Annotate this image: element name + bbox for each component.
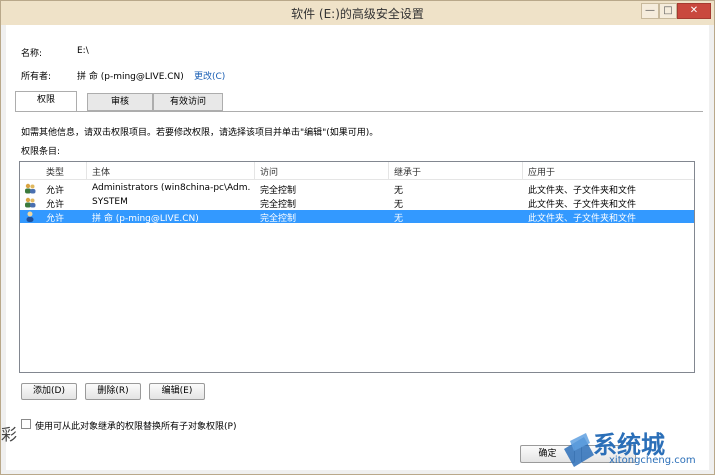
row-inherited-from: 无 xyxy=(394,200,404,210)
column-access[interactable]: 访问 xyxy=(260,165,278,178)
group-icon xyxy=(25,197,36,208)
watermark-url: xitongcheng.com xyxy=(609,455,696,466)
row-applies-to: 此文件夹、子文件夹和文件 xyxy=(528,186,637,196)
row-type: 允许 xyxy=(46,200,65,210)
row-principal: SYSTEM xyxy=(92,197,128,207)
replace-child-permissions-checkbox[interactable] xyxy=(21,419,31,429)
table-header: 类型 主体 访问 继承于 应用于 xyxy=(20,162,694,180)
row-inherited-from: 无 xyxy=(394,186,404,196)
row-principal: Administrators (win8china-pc\Adm... xyxy=(92,183,250,193)
column-divider[interactable] xyxy=(388,162,389,180)
row-type: 允许 xyxy=(46,214,65,224)
column-principal[interactable]: 主体 xyxy=(92,165,110,178)
row-applies-to: 此文件夹、子文件夹和文件 xyxy=(528,214,637,224)
user-icon xyxy=(26,211,34,222)
owner-value: 拼 命 (p-ming@LIVE.CN) xyxy=(77,72,184,82)
replace-child-permissions-label: 使用可从此对象继承的权限替换所有子对象权限(P) xyxy=(35,422,237,432)
tab-permissions[interactable]: 权限 xyxy=(15,91,77,112)
column-applies-to[interactable]: 应用于 xyxy=(528,165,555,178)
security-settings-window: 软件 (E:)的高级安全设置 — □ ✕ 名称: E:\ 所有者: 拼 命 (p… xyxy=(0,0,715,475)
row-principal: 拼 命 (p-ming@LIVE.CN) xyxy=(92,214,199,224)
row-applies-to: 此文件夹、子文件夹和文件 xyxy=(528,200,637,210)
owner-label: 所有者: xyxy=(21,72,52,82)
tab-panel-border xyxy=(15,111,703,112)
edit-button[interactable]: 编辑(E) xyxy=(149,383,205,400)
maximize-button[interactable]: □ xyxy=(659,3,677,19)
table-row[interactable]: 允许 Administrators (win8china-pc\Adm... 完… xyxy=(20,182,694,196)
name-label: 名称: xyxy=(21,49,43,59)
row-inherited-from: 无 xyxy=(394,214,404,224)
row-access: 完全控制 xyxy=(260,200,297,210)
tab-effective-access[interactable]: 有效访问 xyxy=(153,93,223,111)
column-type[interactable]: 类型 xyxy=(46,165,64,178)
permission-entries-list[interactable]: 类型 主体 访问 继承于 应用于 允许 Administrators (win8… xyxy=(19,161,695,373)
change-owner-link[interactable]: 更改(C) xyxy=(194,69,225,82)
permission-entries-label: 权限条目: xyxy=(21,147,61,157)
remove-button[interactable]: 删除(R) xyxy=(85,383,141,400)
column-inherited-from[interactable]: 继承于 xyxy=(394,165,421,178)
name-value: E:\ xyxy=(77,46,89,56)
info-text: 如需其他信息，请双击权限项目。若要修改权限，请选择该项目并单击"编辑"(如果可用… xyxy=(21,128,379,138)
close-button[interactable]: ✕ xyxy=(677,3,711,19)
column-divider[interactable] xyxy=(254,162,255,180)
row-access: 完全控制 xyxy=(260,186,297,196)
column-divider[interactable] xyxy=(86,162,87,180)
title-bar[interactable]: 软件 (E:)的高级安全设置 — □ ✕ xyxy=(1,1,714,25)
tab-auditing[interactable]: 审核 xyxy=(87,93,153,111)
window-title: 软件 (E:)的高级安全设置 xyxy=(291,7,424,21)
row-access: 完全控制 xyxy=(260,214,297,224)
decorative-mark: 彩 xyxy=(1,425,18,444)
column-divider[interactable] xyxy=(522,162,523,180)
minimize-button[interactable]: — xyxy=(641,3,659,19)
table-row[interactable]: 允许 SYSTEM 完全控制 无 此文件夹、子文件夹和文件 xyxy=(20,196,694,210)
row-type: 允许 xyxy=(46,186,65,196)
table-row-selected[interactable]: 允许 拼 命 (p-ming@LIVE.CN) 完全控制 无 此文件夹、子文件夹… xyxy=(20,210,694,224)
group-icon xyxy=(25,183,36,194)
add-button[interactable]: 添加(D) xyxy=(21,383,77,400)
